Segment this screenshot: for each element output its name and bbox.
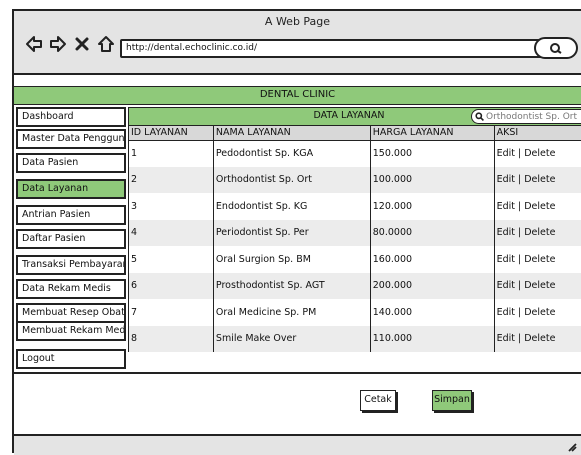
column-header-id: ID LAYANAN xyxy=(129,126,214,140)
window-title: A Web Page xyxy=(14,15,581,28)
sidebar-item-membuat-resep-obat[interactable]: Membuat Resep Obat xyxy=(16,303,126,323)
resize-handle-icon[interactable] xyxy=(567,442,577,452)
table-row: 4Periodontist Sp. Per80.0000Edit | Delet… xyxy=(129,220,581,247)
search-input-value: Orthodontist Sp. Ort xyxy=(486,111,577,123)
cell-name: Endodontist Sp. KG xyxy=(213,193,370,220)
print-button[interactable]: Cetak xyxy=(360,390,396,411)
sidebar-item-data-pasien[interactable]: Data Pasien xyxy=(16,153,126,173)
cell-price: 200.000 xyxy=(370,273,494,300)
table-row: 8Smile Make Over110.000Edit | Delete xyxy=(129,326,581,353)
cell-action[interactable]: Edit | Delete xyxy=(494,140,581,167)
table-row: 7Oral Medicine Sp. PM140.000Edit | Delet… xyxy=(129,299,581,326)
table-row: 6Prosthodontist Sp. AGT200.000Edit | Del… xyxy=(129,273,581,300)
cell-action[interactable]: Edit | Delete xyxy=(494,246,581,273)
clinic-header: DENTAL CLINIC xyxy=(14,86,581,105)
sidebar-item-master-data-pengguna[interactable]: Master Data Pengguna xyxy=(16,129,126,149)
nav-controls xyxy=(24,33,116,55)
sidebar-item-transaksi-pembayaran[interactable]: Transaksi Pembayaran xyxy=(16,255,126,275)
services-table: ID LAYANAN NAMA LAYANAN HARGA LAYANAN AK… xyxy=(128,126,581,352)
sidebar-item-logout[interactable]: Logout xyxy=(16,349,126,369)
table-row: 5Oral Surgion Sp. BM160.000Edit | Delete xyxy=(129,246,581,273)
cell-action[interactable]: Edit | Delete xyxy=(494,299,581,326)
cell-price: 110.000 xyxy=(370,326,494,353)
column-header-action: AKSI xyxy=(494,126,581,140)
sidebar-item-data-rekam-medis[interactable]: Data Rekam Medis xyxy=(16,279,126,299)
sidebar-item-data-layanan[interactable]: Data Layanan xyxy=(16,179,126,199)
cell-action[interactable]: Edit | Delete xyxy=(494,220,581,247)
cell-name: Prosthodontist Sp. AGT xyxy=(213,273,370,300)
address-bar[interactable]: http://dental.echoclinic.co.id/ xyxy=(120,39,544,58)
sidebar-item-antrian-pasien[interactable]: Antrian Pasien xyxy=(16,205,126,225)
cell-price: 160.000 xyxy=(370,246,494,273)
cell-id: 4 xyxy=(129,220,214,247)
sidebar-item-daftar-pasien[interactable]: Daftar Pasien xyxy=(16,229,126,249)
cell-price: 80.0000 xyxy=(370,220,494,247)
content-header: DATA LAYANAN Orthodontist Sp. Ort xyxy=(128,107,581,126)
footer-divider xyxy=(14,372,581,374)
cell-action[interactable]: Edit | Delete xyxy=(494,273,581,300)
sidebar-item-membuat-rekam-medis[interactable]: Membuat Rekam Medis xyxy=(16,321,126,341)
table-header-row: ID LAYANAN NAMA LAYANAN HARGA LAYANAN AK… xyxy=(129,126,581,140)
cell-name: Oral Surgion Sp. BM xyxy=(213,246,370,273)
stop-icon[interactable] xyxy=(72,33,92,55)
cell-name: Pedodontist Sp. KGA xyxy=(213,140,370,167)
browser-titlebar: A Web Page http://dental.echoclinic.co.i… xyxy=(14,11,581,75)
page-title: DATA LAYANAN xyxy=(299,108,399,123)
table-row: 1Pedodontist Sp. KGA150.000Edit | Delete xyxy=(129,140,581,167)
sidebar-item-dashboard[interactable]: Dashboard xyxy=(16,107,126,127)
cell-id: 7 xyxy=(129,299,214,326)
table-row: 2Orthodontist Sp. Ort100.000Edit | Delet… xyxy=(129,167,581,194)
cell-price: 140.000 xyxy=(370,299,494,326)
search-icon xyxy=(475,112,484,121)
cell-price: 100.000 xyxy=(370,167,494,194)
cell-action[interactable]: Edit | Delete xyxy=(494,326,581,353)
cell-id: 2 xyxy=(129,167,214,194)
cell-name: Periodontist Sp. Per xyxy=(213,220,370,247)
table-row: 3Endodontist Sp. KG120.000Edit | Delete xyxy=(129,193,581,220)
browser-window: A Web Page http://dental.echoclinic.co.i… xyxy=(12,9,581,453)
search-input[interactable]: Orthodontist Sp. Ort xyxy=(471,109,581,124)
home-icon[interactable] xyxy=(96,33,116,55)
cell-name: Smile Make Over xyxy=(213,326,370,353)
cell-price: 120.000 xyxy=(370,193,494,220)
cell-id: 3 xyxy=(129,193,214,220)
cell-id: 8 xyxy=(129,326,214,353)
cell-price: 150.000 xyxy=(370,140,494,167)
cell-action[interactable]: Edit | Delete xyxy=(494,167,581,194)
cell-action[interactable]: Edit | Delete xyxy=(494,193,581,220)
save-button[interactable]: Simpan xyxy=(432,390,472,411)
browser-search-button[interactable] xyxy=(534,37,578,59)
forward-icon[interactable] xyxy=(48,33,68,55)
search-icon xyxy=(549,42,563,54)
cell-id: 1 xyxy=(129,140,214,167)
column-header-price: HARGA LAYANAN xyxy=(370,126,494,140)
status-bar xyxy=(14,434,581,455)
cell-id: 5 xyxy=(129,246,214,273)
column-header-name: NAMA LAYANAN xyxy=(213,126,370,140)
cell-name: Oral Medicine Sp. PM xyxy=(213,299,370,326)
back-icon[interactable] xyxy=(24,33,44,55)
cell-id: 6 xyxy=(129,273,214,300)
cell-name: Orthodontist Sp. Ort xyxy=(213,167,370,194)
